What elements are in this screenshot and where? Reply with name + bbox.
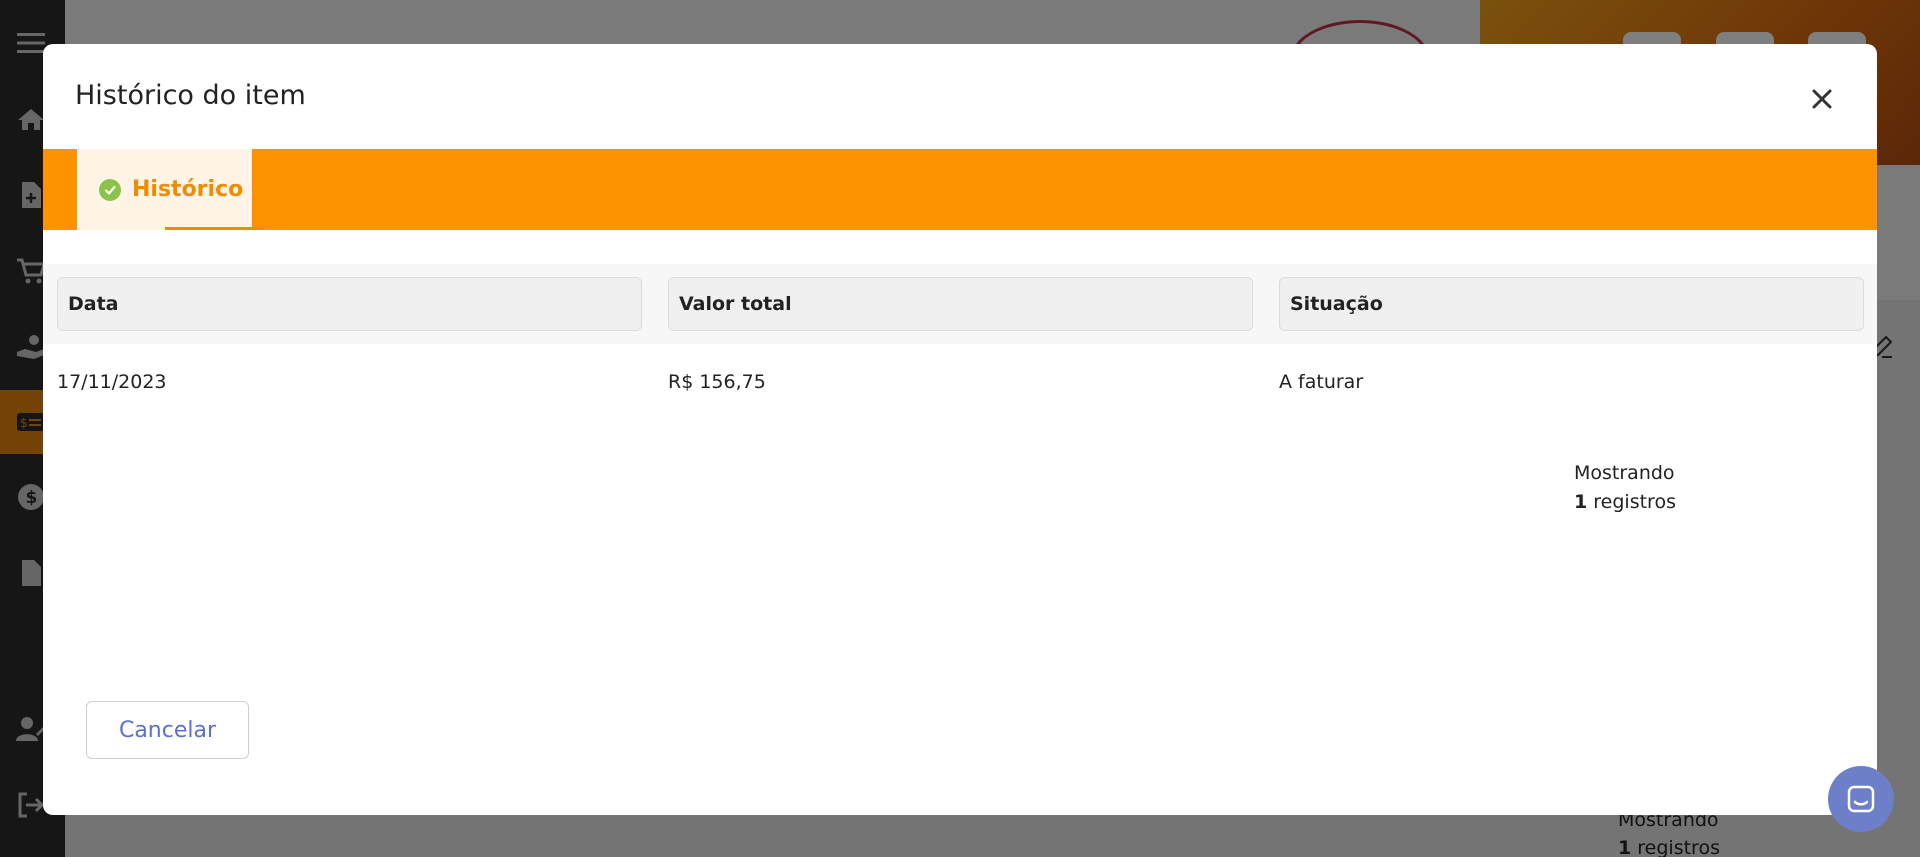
cancel-button[interactable]: Cancelar bbox=[86, 701, 249, 759]
tab-historico[interactable]: Histórico bbox=[77, 149, 264, 230]
chat-button[interactable] bbox=[1828, 766, 1894, 832]
tab-label: Histórico bbox=[132, 177, 244, 202]
cell-data: 17/11/2023 bbox=[57, 371, 167, 393]
tab-active-underline bbox=[165, 227, 264, 230]
check-circle-icon bbox=[99, 178, 121, 201]
column-header-data[interactable]: Data bbox=[57, 277, 642, 331]
item-history-modal: Histórico do item Histórico Data Valor t… bbox=[43, 44, 1877, 815]
modal-title: Histórico do item bbox=[75, 80, 306, 111]
chat-icon bbox=[1847, 785, 1875, 813]
table-header: Data Valor total Situação bbox=[43, 264, 1877, 344]
close-button[interactable] bbox=[1805, 82, 1839, 116]
summary-prefix: Mostrando bbox=[1574, 462, 1675, 484]
column-header-situacao[interactable]: Situação bbox=[1279, 277, 1864, 331]
summary-count: 1 bbox=[1574, 491, 1588, 513]
record-summary: Mostrando 1 registros bbox=[1574, 459, 1676, 517]
cell-situacao: A faturar bbox=[1279, 371, 1364, 393]
cell-valor-total: R$ 156,75 bbox=[668, 371, 766, 393]
tab-bar: Histórico bbox=[43, 149, 1877, 230]
summary-suffix: registros bbox=[1593, 491, 1676, 513]
column-header-valor-total[interactable]: Valor total bbox=[668, 277, 1253, 331]
close-icon bbox=[1812, 89, 1832, 109]
